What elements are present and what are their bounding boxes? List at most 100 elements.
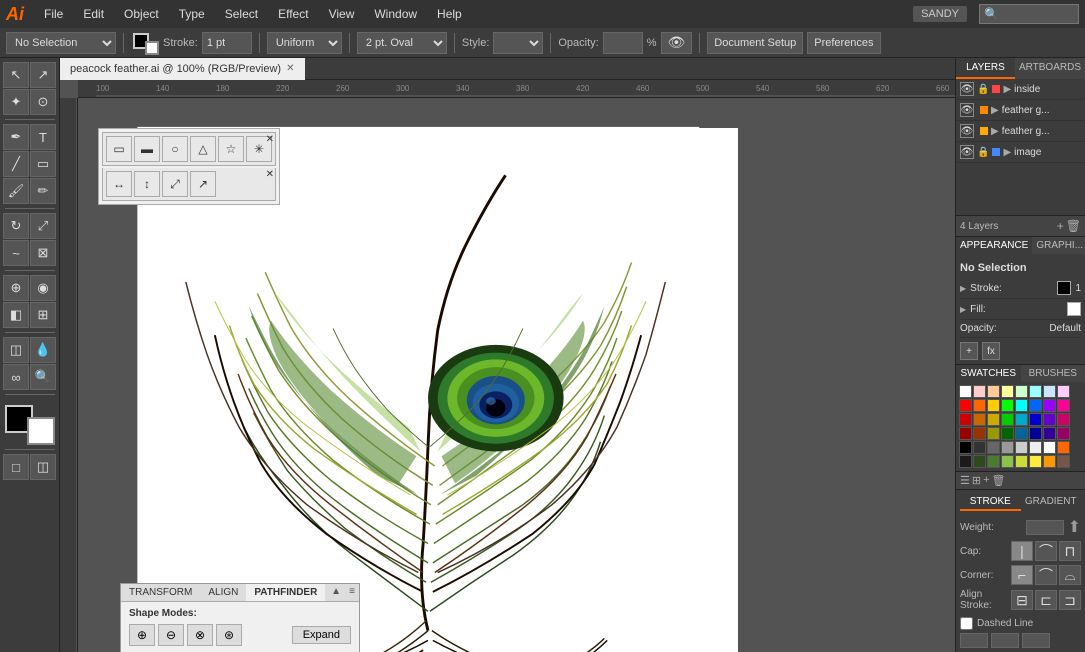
- layer-lock-1[interactable]: 🔒: [977, 84, 989, 95]
- swatch-cell[interactable]: [1015, 455, 1028, 468]
- new-swatch-group-btn[interactable]: ⊞: [972, 474, 981, 487]
- dash-input-2[interactable]: dash: [1022, 633, 1050, 648]
- pencil-tool[interactable]: ✏: [30, 178, 56, 204]
- icon-visibility-btn[interactable]: 👁: [661, 32, 693, 54]
- swatch-cell[interactable]: [1057, 385, 1070, 398]
- new-swatch-btn[interactable]: +: [983, 474, 989, 487]
- swatch-cell[interactable]: [1001, 427, 1014, 440]
- dash-input-1[interactable]: dash: [960, 633, 988, 648]
- menu-object[interactable]: Object: [116, 5, 167, 23]
- layer-expand-3[interactable]: ▶: [991, 126, 999, 137]
- unite-btn[interactable]: ⊕: [129, 624, 155, 646]
- appearance-tab[interactable]: APPEARANCE: [956, 237, 1032, 254]
- pen-tool[interactable]: ✒: [3, 124, 29, 150]
- layer-item-feather2[interactable]: 👁 ▶ feather g...: [956, 121, 1085, 142]
- gradient-tool[interactable]: ◫: [3, 337, 29, 363]
- paintbrush-tool[interactable]: 🖌: [3, 178, 29, 204]
- move-v-btn[interactable]: ↕: [134, 171, 160, 197]
- layer-item-inside[interactable]: 👁 🔒 ▶ inside: [956, 79, 1085, 100]
- selection-dropdown[interactable]: No Selection: [6, 32, 116, 54]
- bevel-join-btn[interactable]: ⌓: [1059, 565, 1081, 585]
- appearance-stroke-row[interactable]: ▶ Stroke: 1: [960, 278, 1081, 299]
- type-tool[interactable]: T: [30, 124, 56, 150]
- artboards-tab[interactable]: ARTBOARDS: [1015, 58, 1085, 79]
- swatch-cell[interactable]: [1001, 455, 1014, 468]
- stroke-weight-panel-input[interactable]: 1 pt: [1026, 520, 1064, 535]
- fill-color-swatch[interactable]: [1067, 302, 1081, 316]
- direct-selection-tool[interactable]: ↗: [30, 62, 56, 88]
- free-transform-tool[interactable]: ⊠: [30, 240, 56, 266]
- swatch-cell[interactable]: [1015, 427, 1028, 440]
- rotate-tool[interactable]: ↻: [3, 213, 29, 239]
- minus-front-btn[interactable]: ⊖: [158, 624, 184, 646]
- layer-visibility-1[interactable]: 👁: [960, 82, 974, 96]
- swatch-cell[interactable]: [973, 427, 986, 440]
- swatch-cell[interactable]: [973, 385, 986, 398]
- menu-view[interactable]: View: [321, 5, 363, 23]
- swatch-cell[interactable]: [959, 413, 972, 426]
- swatch-cell[interactable]: [1001, 385, 1014, 398]
- bottom-panel-collapse[interactable]: ▲: [331, 586, 341, 597]
- new-layer-btn[interactable]: +: [1057, 219, 1064, 233]
- swatch-cell[interactable]: [1029, 427, 1042, 440]
- swatch-cell[interactable]: [1015, 413, 1028, 426]
- menu-help[interactable]: Help: [429, 5, 470, 23]
- swatch-cell[interactable]: [959, 455, 972, 468]
- dashed-line-checkbox[interactable]: [960, 617, 973, 630]
- preferences-button[interactable]: Preferences: [807, 32, 880, 54]
- tab-close-button[interactable]: ✕: [286, 63, 294, 74]
- brushes-tab[interactable]: BRUSHES: [1021, 365, 1085, 382]
- graphic-styles-tab[interactable]: GRAPHI...: [1032, 237, 1085, 254]
- layer-item-image[interactable]: 👁 🔒 ▶ image: [956, 142, 1085, 163]
- swatch-cell[interactable]: [987, 455, 1000, 468]
- swatch-cell[interactable]: [959, 399, 972, 412]
- swatch-cell[interactable]: [987, 399, 1000, 412]
- swatch-cell[interactable]: [1043, 455, 1056, 468]
- rotate-free-btn[interactable]: ↗: [190, 171, 216, 197]
- swatch-cell[interactable]: [973, 399, 986, 412]
- swatch-cell[interactable]: [959, 427, 972, 440]
- perspective-tool[interactable]: ◧: [3, 302, 29, 328]
- search-box[interactable]: 🔍: [979, 4, 1079, 24]
- brush-dropdown[interactable]: 2 pt. Oval: [357, 32, 447, 54]
- swatch-cell[interactable]: [1015, 385, 1028, 398]
- gradient-tab[interactable]: GRADIENT: [1021, 494, 1082, 511]
- swatch-cell[interactable]: [1057, 455, 1070, 468]
- eyedropper-tool[interactable]: 💧: [30, 337, 56, 363]
- magic-wand-tool[interactable]: ✦: [3, 89, 29, 115]
- swatch-cell[interactable]: [1001, 413, 1014, 426]
- swatch-cell[interactable]: [1043, 441, 1056, 454]
- transform-tab[interactable]: TRANSFORM: [121, 584, 200, 601]
- zoom-tool[interactable]: 🔍: [30, 364, 56, 390]
- swatch-cell[interactable]: [1029, 399, 1042, 412]
- shape-toolbar-close[interactable]: ✕: [266, 134, 274, 145]
- fx-btn[interactable]: fx: [982, 342, 1000, 360]
- stroke-type-dropdown[interactable]: Uniform: [267, 32, 342, 54]
- swatch-cell[interactable]: [973, 413, 986, 426]
- document-setup-button[interactable]: Document Setup: [707, 32, 803, 54]
- swatch-cell[interactable]: [1043, 413, 1056, 426]
- swatch-cell[interactable]: [987, 385, 1000, 398]
- swatch-cell[interactable]: [1043, 399, 1056, 412]
- layer-visibility-2[interactable]: 👁: [960, 103, 974, 117]
- round-join-btn[interactable]: ⌒: [1035, 565, 1057, 585]
- intersect-btn[interactable]: ⊗: [187, 624, 213, 646]
- layer-lock-4[interactable]: 🔒: [977, 147, 989, 158]
- rounded-rect-shape-btn[interactable]: ▬: [134, 136, 160, 162]
- miter-join-btn[interactable]: ⌐: [1011, 565, 1033, 585]
- align-inside-btn[interactable]: ⊏: [1035, 590, 1057, 610]
- mask-mode-btn[interactable]: ◫: [30, 454, 56, 480]
- swatch-cell[interactable]: [1057, 413, 1070, 426]
- menu-type[interactable]: Type: [171, 5, 213, 23]
- document-tab[interactable]: peacock feather.ai @ 100% (RGB/Preview) …: [60, 58, 305, 80]
- swatch-cell[interactable]: [1029, 455, 1042, 468]
- add-effect-btn[interactable]: +: [960, 342, 978, 360]
- projecting-cap-btn[interactable]: ⊓: [1059, 541, 1081, 561]
- rect-shape-btn[interactable]: ▭: [106, 136, 132, 162]
- swatch-cell[interactable]: [1001, 441, 1014, 454]
- layer-expand-4[interactable]: ▶: [1003, 147, 1011, 158]
- delete-layer-btn[interactable]: 🗑: [1066, 219, 1081, 233]
- blend-tool[interactable]: ∞: [3, 364, 29, 390]
- menu-edit[interactable]: Edit: [75, 5, 112, 23]
- swatches-tab[interactable]: SWATCHES: [956, 365, 1021, 382]
